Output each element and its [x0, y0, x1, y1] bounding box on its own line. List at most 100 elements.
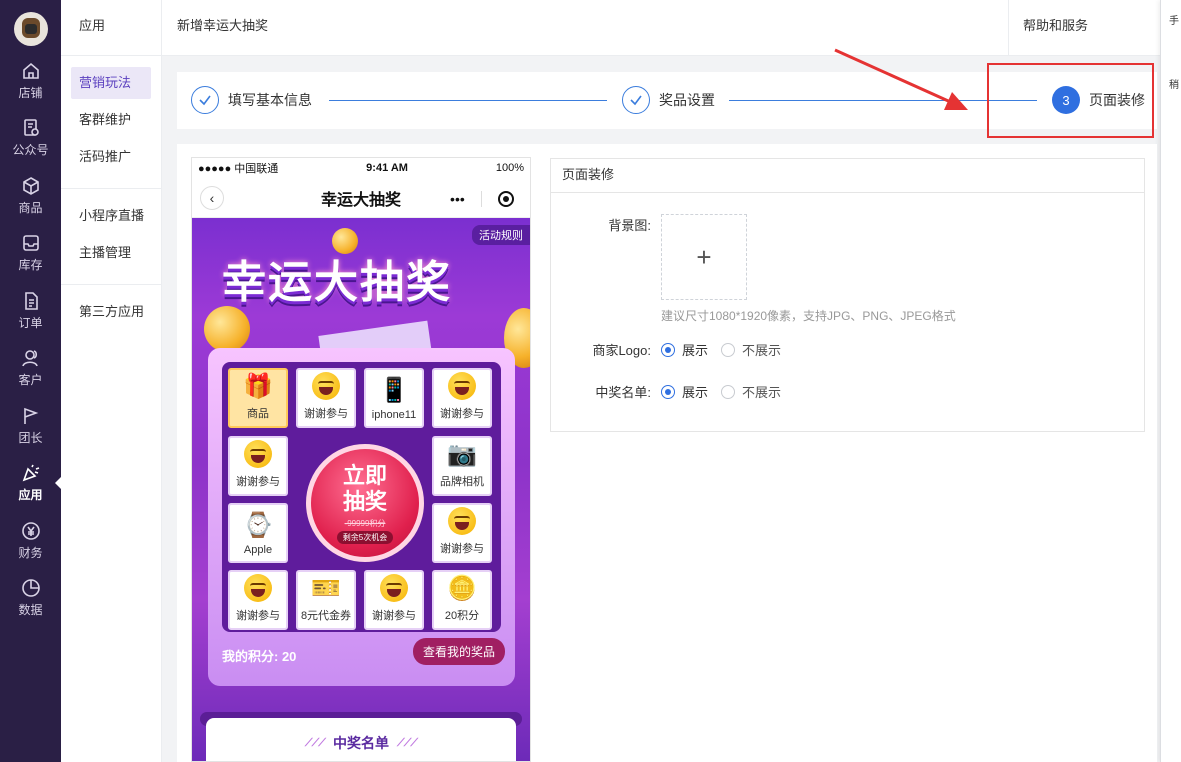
draw-button[interactable]: 立即 抽奖 -99999积分 剩余5次机会	[306, 444, 424, 562]
prize-cell[interactable]: 🪙 20积分	[432, 570, 492, 630]
battery: 100%	[495, 162, 524, 174]
users-icon	[21, 350, 38, 367]
clock: 9:41 AM	[366, 162, 408, 174]
prize-cell[interactable]: 🎁 商品	[228, 368, 288, 428]
winners-list-label: 中奖名单:	[595, 385, 651, 400]
subnav-item-live[interactable]: 小程序直播	[71, 200, 151, 232]
phone-icon: 📱	[379, 376, 409, 404]
subnav-item-third-party[interactable]: 第三方应用	[71, 296, 151, 328]
phone-preview: ●●●●● 中国联通 9:41 AM 100% ‹ 幸运大抽奖 ••• 活动规则…	[191, 157, 531, 762]
prize-cell[interactable]: 📷 品牌相机	[432, 436, 492, 496]
nav-label: 商品	[18, 200, 43, 215]
my-points: 我的积分: 20	[222, 649, 297, 664]
camera-icon: 📷	[447, 440, 477, 468]
subnav-item-marketing[interactable]: 营销玩法	[71, 67, 151, 99]
subnav-group: 小程序直播 主播管理	[61, 189, 161, 285]
laugh-emoji-icon	[244, 440, 272, 468]
nav-label: 团长	[18, 430, 43, 445]
inbox-icon	[22, 235, 39, 252]
nav-item-customers[interactable]: 客户	[0, 340, 61, 398]
drawer-char: 手	[1169, 16, 1179, 27]
nav-item-apps[interactable]: 应用	[0, 455, 61, 513]
step-basic-info[interactable]: 填写基本信息	[191, 86, 312, 114]
drawer-char: 稍	[1169, 80, 1179, 91]
remaining-chances: 剩余5次机会	[336, 530, 394, 544]
logo-show-radio[interactable]: 展示	[661, 340, 708, 359]
draw-cost: -99999积分	[344, 518, 386, 528]
step-label: 填写基本信息	[228, 92, 312, 108]
subnav-group: 营销玩法 客群维护 活码推广	[61, 56, 161, 189]
step-prize-settings[interactable]: 奖品设置	[622, 86, 715, 114]
laugh-emoji-icon	[312, 372, 340, 400]
radio-unchecked-icon	[721, 342, 735, 357]
party-popper-icon	[22, 464, 39, 482]
subnav-group: 第三方应用	[61, 285, 161, 343]
nav-item-orders[interactable]: 订单	[0, 282, 61, 340]
side-drawer-edge[interactable]: 手 稍	[1160, 0, 1181, 762]
prize-cell[interactable]: 谢谢参与	[296, 368, 356, 428]
winners-show-radio[interactable]: 展示	[661, 382, 708, 401]
miniapp-capsule[interactable]: •••	[442, 186, 522, 212]
prize-cell[interactable]: 谢谢参与	[228, 436, 288, 496]
nav-label: 店铺	[18, 85, 43, 100]
subnav-item-qrcode-promo[interactable]: 活码推广	[71, 141, 151, 173]
back-icon[interactable]: ‹	[200, 186, 224, 210]
cube-icon	[22, 176, 39, 195]
prize-cell[interactable]: 📱 iphone11	[364, 368, 424, 428]
coin-icon	[204, 306, 250, 352]
activity-rules-link[interactable]: 活动规则	[472, 225, 530, 245]
laugh-emoji-icon	[244, 574, 272, 602]
nav-label: 公众号	[12, 143, 49, 158]
check-icon	[622, 86, 650, 114]
prize-cell[interactable]: 谢谢参与	[364, 570, 424, 630]
prize-cell[interactable]: 谢谢参与	[432, 503, 492, 563]
nav-item-data[interactable]: 数据	[0, 570, 61, 628]
annotation-highlight-box	[987, 63, 1154, 138]
winners-title: 中奖名单	[333, 735, 389, 751]
laugh-emoji-icon	[448, 372, 476, 400]
miniapp-title: 幸运大抽奖	[320, 191, 401, 209]
radio-unchecked-icon	[721, 384, 735, 399]
yen-icon	[21, 521, 40, 540]
plus-icon: +	[696, 241, 712, 272]
breadcrumb: 新增幸运大抽奖	[177, 18, 269, 33]
more-icon[interactable]: •••	[450, 191, 465, 207]
nav-item-goods[interactable]: 商品	[0, 167, 61, 225]
subnav-item-customer-care[interactable]: 客群维护	[71, 104, 151, 136]
banner-title: 幸运大抽奖	[222, 258, 452, 307]
step-label: 奖品设置	[659, 92, 715, 108]
winners-hide-radio[interactable]: 不展示	[721, 382, 781, 401]
laugh-emoji-icon	[448, 507, 476, 535]
nav-label: 客户	[18, 373, 43, 388]
file-list-icon	[24, 291, 38, 310]
prize-cell[interactable]: 谢谢参与	[228, 570, 288, 630]
top-header: 新增幸运大抽奖 帮助和服务	[162, 0, 1181, 56]
nav-item-inventory[interactable]: 库存	[0, 225, 61, 283]
prize-cell[interactable]: 🎫 8元代金券	[296, 570, 356, 630]
decoration-icon: ⟋⟋⟋	[304, 736, 326, 749]
decoration-icon: ⟋⟋⟋	[397, 736, 418, 749]
nav-item-finance[interactable]: 财务	[0, 512, 61, 570]
background-upload[interactable]: +	[661, 214, 747, 300]
watch-icon: ⌚	[243, 511, 273, 539]
view-my-prizes-button[interactable]: 查看我的奖品	[412, 638, 505, 665]
nav-label: 库存	[18, 258, 43, 273]
logo-hide-radio[interactable]: 不展示	[721, 340, 781, 359]
logo-label: 商家Logo:	[592, 343, 651, 358]
page-decoration-panel: 页面装修 背景图: + 建议尺寸1080*1920像素，支持JPG、PNG、JP…	[550, 158, 1145, 432]
carrier: ●●●●● 中国联通	[198, 163, 279, 175]
nav-item-store[interactable]: 店铺	[0, 52, 61, 110]
prize-cell[interactable]: 谢谢参与	[432, 368, 492, 428]
prize-cell[interactable]: ⌚ Apple	[228, 503, 288, 563]
miniapp-navbar: ‹ 幸运大抽奖 •••	[192, 178, 530, 218]
nav-item-official-account[interactable]: 公众号	[0, 110, 61, 168]
avatar[interactable]	[13, 12, 48, 46]
prize-board: 🎁 商品 谢谢参与 📱 iphone11 谢谢参与 谢谢参与 📷 品牌相机 ⌚ …	[208, 348, 515, 686]
nav-label: 应用	[18, 488, 43, 503]
home-icon	[22, 62, 39, 79]
close-miniapp-icon[interactable]	[497, 191, 514, 207]
nav-item-leader[interactable]: 团长	[0, 397, 61, 455]
help-service-link[interactable]: 帮助和服务	[1008, 0, 1160, 56]
subnav-item-anchors[interactable]: 主播管理	[71, 237, 151, 269]
main-nav: 店铺 公众号 商品 库存 订单 客户 团长 应用 财务 数据	[0, 0, 61, 762]
